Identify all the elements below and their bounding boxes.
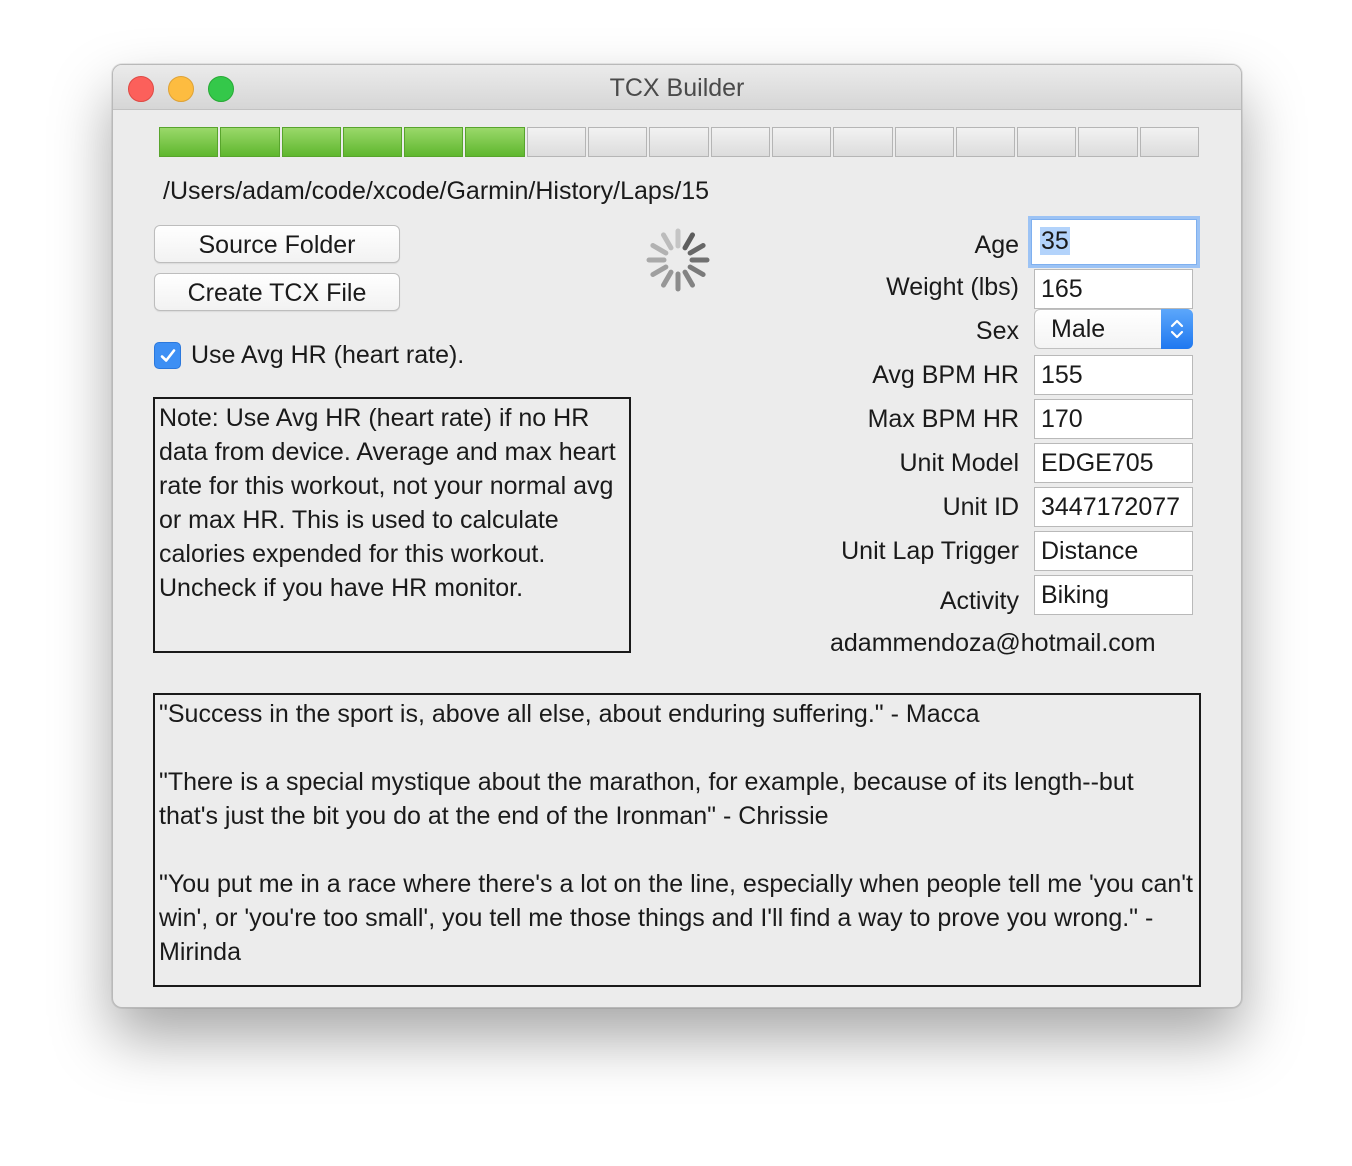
unit-model-input[interactable]: EDGE705 <box>1034 443 1193 483</box>
checkmark-icon[interactable] <box>154 342 181 369</box>
activity-spinner-icon <box>646 228 710 292</box>
sex-select[interactable]: Male <box>1034 309 1193 349</box>
activity-label: Activity <box>939 587 1019 615</box>
source-path: /Users/adam/code/xcode/Garmin/History/La… <box>163 177 710 205</box>
progress-segment <box>159 127 219 157</box>
activity-input[interactable]: Biking <box>1034 575 1193 615</box>
use-avg-hr-checkbox[interactable]: Use Avg HR (heart rate). <box>154 341 464 370</box>
contact-email: adammendoza@hotmail.com <box>830 629 1156 657</box>
progress-segment <box>894 127 954 157</box>
title-bar: TCX Builder <box>113 65 1241 110</box>
progress-segment <box>833 127 893 157</box>
progress-segment <box>710 127 770 157</box>
progress-segment <box>342 127 403 157</box>
progress-segment <box>404 127 464 157</box>
spinner-spoke <box>682 269 695 288</box>
lap-trigger-label: Unit Lap Trigger <box>841 537 1019 565</box>
quote-item: "There is a special mystique about the m… <box>159 768 1134 830</box>
quote-item: "Success in the sport is, above all else… <box>159 700 980 728</box>
progress-segment <box>771 127 832 157</box>
lap-trigger-input[interactable]: Distance <box>1034 531 1193 571</box>
create-tcx-button[interactable]: Create TCX File <box>154 273 400 311</box>
progress-segment <box>955 127 1016 157</box>
sex-value: Male <box>1051 315 1106 343</box>
max-bpm-input[interactable]: 170 <box>1034 399 1193 439</box>
spinner-spoke <box>661 269 674 288</box>
progress-segment <box>465 127 525 157</box>
progress-segment <box>1078 127 1138 157</box>
progress-segment <box>281 127 341 157</box>
source-folder-button[interactable]: Source Folder <box>154 225 400 263</box>
age-value: 35 <box>1040 227 1070 255</box>
avg-bpm-input[interactable]: 155 <box>1034 355 1193 395</box>
age-input[interactable]: 35 <box>1031 219 1197 265</box>
progress-bar <box>159 127 1200 159</box>
quotes-box: "Success in the sport is, above all else… <box>153 693 1201 987</box>
spinner-spoke <box>682 232 695 251</box>
spinner-spoke <box>661 232 674 251</box>
weight-label: Weight (lbs) <box>886 273 1019 301</box>
weight-input[interactable]: 165 <box>1034 269 1193 309</box>
progress-segment <box>649 127 709 157</box>
app-window: TCX Builder /Users/adam/code/xcode/Garmi… <box>112 64 1242 1008</box>
progress-segment <box>526 127 587 157</box>
quote-item: "You put me in a race where there's a lo… <box>159 870 1193 966</box>
window-title: TCX Builder <box>609 74 745 102</box>
use-avg-hr-label: Use Avg HR (heart rate). <box>191 341 465 369</box>
avg-bpm-label: Avg BPM HR <box>872 361 1019 389</box>
progress-segment <box>588 127 648 157</box>
age-label: Age <box>974 231 1019 259</box>
progress-segment <box>1017 127 1077 157</box>
unit-id-input[interactable]: 3447172077 <box>1034 487 1193 527</box>
hr-note: Note: Use Avg HR (heart rate) if no HR d… <box>153 397 631 653</box>
progress-segment <box>220 127 280 157</box>
chevron-updown-icon[interactable] <box>1161 309 1193 349</box>
spinner-spoke <box>650 264 669 277</box>
spinner-spoke <box>687 243 706 256</box>
spinner-spoke <box>687 264 706 277</box>
progress-segment <box>1139 127 1200 157</box>
unit-id-label: Unit ID <box>942 493 1019 521</box>
spinner-spoke <box>650 243 669 256</box>
sex-label: Sex <box>975 317 1019 345</box>
max-bpm-label: Max BPM HR <box>867 405 1019 433</box>
unit-model-label: Unit Model <box>899 449 1020 477</box>
